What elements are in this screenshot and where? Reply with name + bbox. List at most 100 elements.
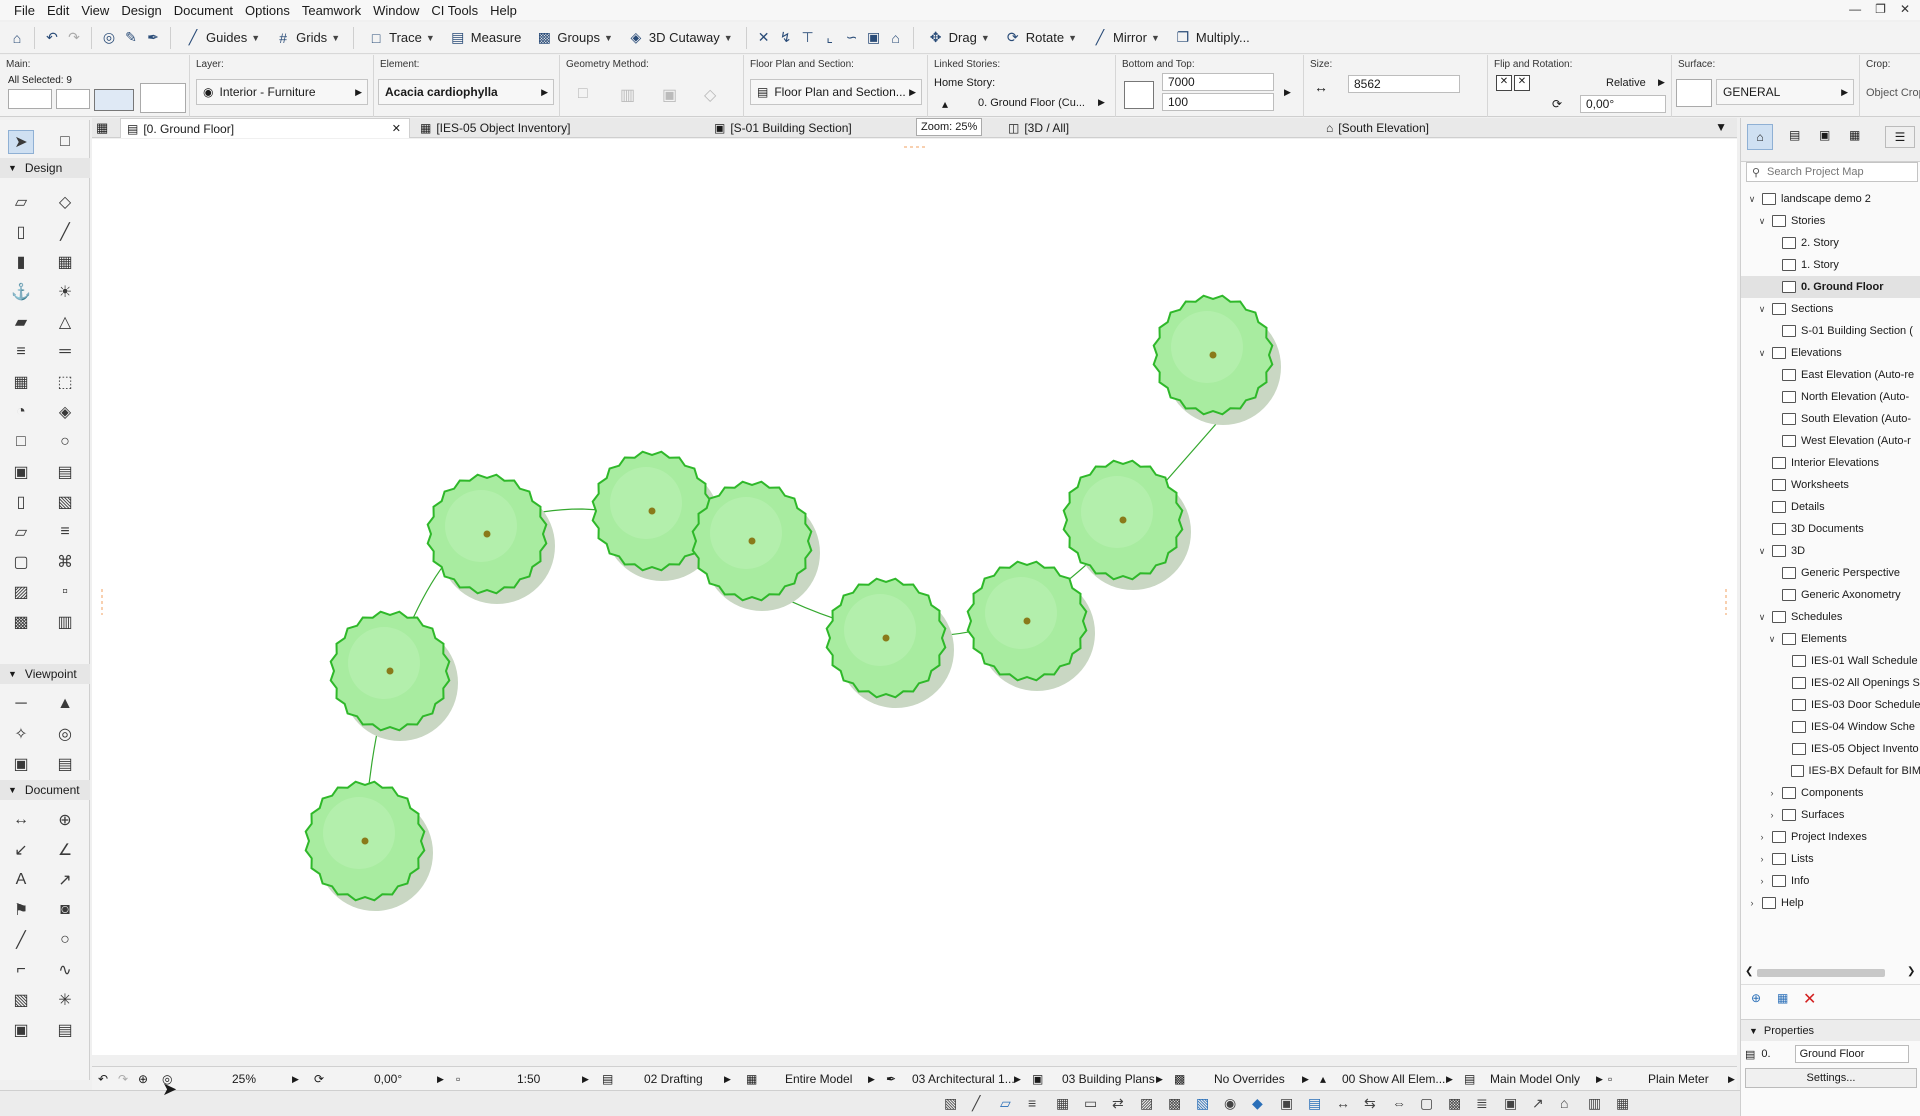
chevron-down-icon[interactable]: ∨	[1747, 194, 1757, 205]
chevron-down-icon[interactable]: ∨	[1757, 612, 1767, 623]
menu-teamwork[interactable]: Teamwork	[296, 3, 367, 18]
angle-dimension-tool-icon[interactable]: ∠	[52, 838, 78, 862]
beam-tool-icon[interactable]: ╱	[52, 220, 78, 244]
zone-alt-tool-icon[interactable]: ▧	[52, 490, 78, 514]
quick-option-6-icon[interactable]: ⇄	[1112, 1095, 1124, 1112]
navigator-menu-icon[interactable]: ☰	[1885, 126, 1915, 148]
structure-value[interactable]: Main Model Only	[1490, 1067, 1580, 1091]
quick-option-7-icon[interactable]: ▨	[1140, 1095, 1153, 1112]
split-icon[interactable]: ✕	[755, 29, 773, 47]
quick-option-16-icon[interactable]: ⇔	[1392, 1095, 1406, 1111]
rotate-button[interactable]: ⟳ Rotate ▼	[999, 26, 1082, 50]
fillet-icon[interactable]: ⌞	[821, 29, 839, 47]
syringe-icon[interactable]: ✒	[144, 29, 162, 47]
tree-item[interactable]: 3D Documents	[1741, 518, 1920, 540]
tree-item[interactable]: ∨ Sections	[1741, 298, 1920, 320]
stair-tool-icon[interactable]: ≡	[8, 340, 34, 364]
morph-tool-icon[interactable]: ◔	[8, 400, 34, 424]
chevron-right-icon[interactable]: ›	[1747, 898, 1757, 908]
adjust-icon[interactable]: ↯	[777, 29, 795, 47]
slab-tool-icon[interactable]: ▰	[8, 310, 34, 334]
quick-option-23-icon[interactable]: ▥	[1588, 1095, 1601, 1112]
lamp-tool-icon[interactable]: ☀	[52, 280, 78, 304]
multiply-button[interactable]: ❐ Multiply...	[1169, 26, 1255, 50]
tree-item[interactable]: Generic Perspective	[1741, 562, 1920, 584]
tab-overview-icon[interactable]: ▦	[96, 120, 108, 136]
chevron-right-icon[interactable]: ▶	[1156, 1067, 1163, 1091]
tree-item[interactable]: Generic Axonometry	[1741, 584, 1920, 606]
chevron-right-icon[interactable]: ▶	[1658, 77, 1665, 88]
undo-zoom-icon[interactable]: ↶	[98, 1067, 108, 1091]
model-value[interactable]: Entire Model	[785, 1067, 852, 1091]
tab-3d-all[interactable]: ◫ [3D / All]	[1002, 118, 1292, 138]
chevron-right-icon[interactable]: ›	[1767, 810, 1777, 820]
misc-tool-icon[interactable]: ▥	[52, 610, 78, 634]
polyline-tool-icon[interactable]: ⌐	[8, 958, 34, 982]
tab-south-elevation[interactable]: ⌂ [South Elevation]	[1320, 118, 1610, 138]
line-tool-icon[interactable]: ╱	[8, 928, 34, 952]
offset-icon[interactable]: ▣	[865, 29, 883, 47]
radial-dimension-tool-icon[interactable]: ⊕	[52, 808, 78, 832]
chevron-right-icon[interactable]: ▶	[1596, 1067, 1603, 1091]
tree-item[interactable]: Details	[1741, 496, 1920, 518]
eyedropper-icon[interactable]: ✎	[122, 29, 140, 47]
tree-item[interactable]: IES-BX Default for BIM	[1741, 760, 1920, 782]
marquee-tool-icon[interactable]: □	[52, 130, 78, 154]
door-tool-icon[interactable]: ▮	[8, 250, 34, 274]
guides-button[interactable]: ╱ Guides ▼	[179, 26, 265, 50]
chevron-right-icon[interactable]: ▶	[1446, 1067, 1453, 1091]
quick-option-0-icon[interactable]: ▧	[944, 1095, 957, 1112]
flip-x-icon[interactable]: ✕	[1496, 75, 1512, 91]
layer-combo-value[interactable]: 02 Drafting	[644, 1067, 703, 1091]
quick-option-3-icon[interactable]: ≡	[1028, 1095, 1036, 1111]
tree-center-point[interactable]	[1023, 617, 1031, 625]
chevron-right-icon[interactable]: ▶	[1014, 1067, 1021, 1091]
tree-symbol[interactable]	[329, 610, 458, 741]
mesh-tool-icon[interactable]: ▦	[8, 370, 34, 394]
pointer-filter-icon[interactable]: ◎	[100, 29, 118, 47]
zone-tool-icon[interactable]: ⬚	[52, 370, 78, 394]
tree-item[interactable]: ∨ Schedules	[1741, 606, 1920, 628]
level-dimension-tool-icon[interactable]: ↙	[8, 838, 34, 862]
project-map-icon[interactable]: ⌂	[1747, 124, 1773, 150]
quick-option-18-icon[interactable]: ▩	[1448, 1095, 1461, 1112]
chevron-right-icon[interactable]: ▶	[1284, 87, 1291, 98]
quick-option-13-icon[interactable]: ▤	[1308, 1095, 1321, 1112]
dimension-tool-icon[interactable]: ↔	[8, 808, 34, 832]
story-name-input[interactable]: Ground Floor	[1794, 1045, 1909, 1063]
tree-item[interactable]: › Help	[1741, 892, 1920, 914]
redo-icon[interactable]: ↷	[65, 29, 83, 47]
chevron-down-icon[interactable]: ∨	[1757, 216, 1767, 227]
tree-item[interactable]: IES-05 Object Invento	[1741, 738, 1920, 760]
size-input[interactable]: 8562	[1348, 75, 1460, 93]
measure-button[interactable]: ▤ Measure	[444, 26, 527, 50]
surface-dropdown[interactable]: GENERAL ▶	[1716, 79, 1854, 105]
quick-option-21-icon[interactable]: ↗	[1532, 1095, 1544, 1112]
tree-symbol[interactable]	[691, 480, 820, 611]
tree-item[interactable]: North Elevation (Auto-	[1741, 386, 1920, 408]
tree-symbol[interactable]	[304, 780, 433, 911]
horizontal-scrollbar[interactable]: ❮ ❯	[1741, 966, 1920, 980]
tree-item[interactable]: IES-01 Wall Schedule	[1741, 650, 1920, 672]
dimension-value[interactable]: Plain Meter	[1648, 1067, 1709, 1091]
quick-option-11-icon[interactable]: ◆	[1252, 1095, 1263, 1112]
undo-icon[interactable]: ↶	[43, 29, 61, 47]
project-map-search[interactable]: ⚲ Search Project Map	[1746, 162, 1918, 182]
marker-tool-icon[interactable]: ⚑	[8, 898, 34, 922]
quick-option-15-icon[interactable]: ⇆	[1364, 1095, 1376, 1112]
renovation-value[interactable]: 00 Show All Elem...	[1342, 1067, 1445, 1091]
tree-item[interactable]: ∨ Elevations	[1741, 342, 1920, 364]
roof-tool-icon[interactable]: △	[52, 310, 78, 334]
tree-center-point[interactable]	[386, 667, 394, 675]
chevron-right-icon[interactable]: ›	[1757, 854, 1767, 864]
label-tool-icon[interactable]: ↗	[52, 868, 78, 892]
tree-item[interactable]: ∨ 3D	[1741, 540, 1920, 562]
menu-document[interactable]: Document	[168, 3, 239, 18]
crop-value[interactable]: Object Crop	[1866, 87, 1920, 99]
camera-tool-icon[interactable]: ▤	[52, 752, 78, 776]
chevron-right-icon[interactable]: ▶	[292, 1067, 299, 1091]
tree-center-point[interactable]	[1209, 351, 1217, 359]
quick-option-24-icon[interactable]: ▦	[1616, 1095, 1629, 1112]
groups-button[interactable]: ▩ Groups ▼	[530, 26, 618, 50]
chevron-down-icon[interactable]: ∨	[1767, 634, 1777, 645]
